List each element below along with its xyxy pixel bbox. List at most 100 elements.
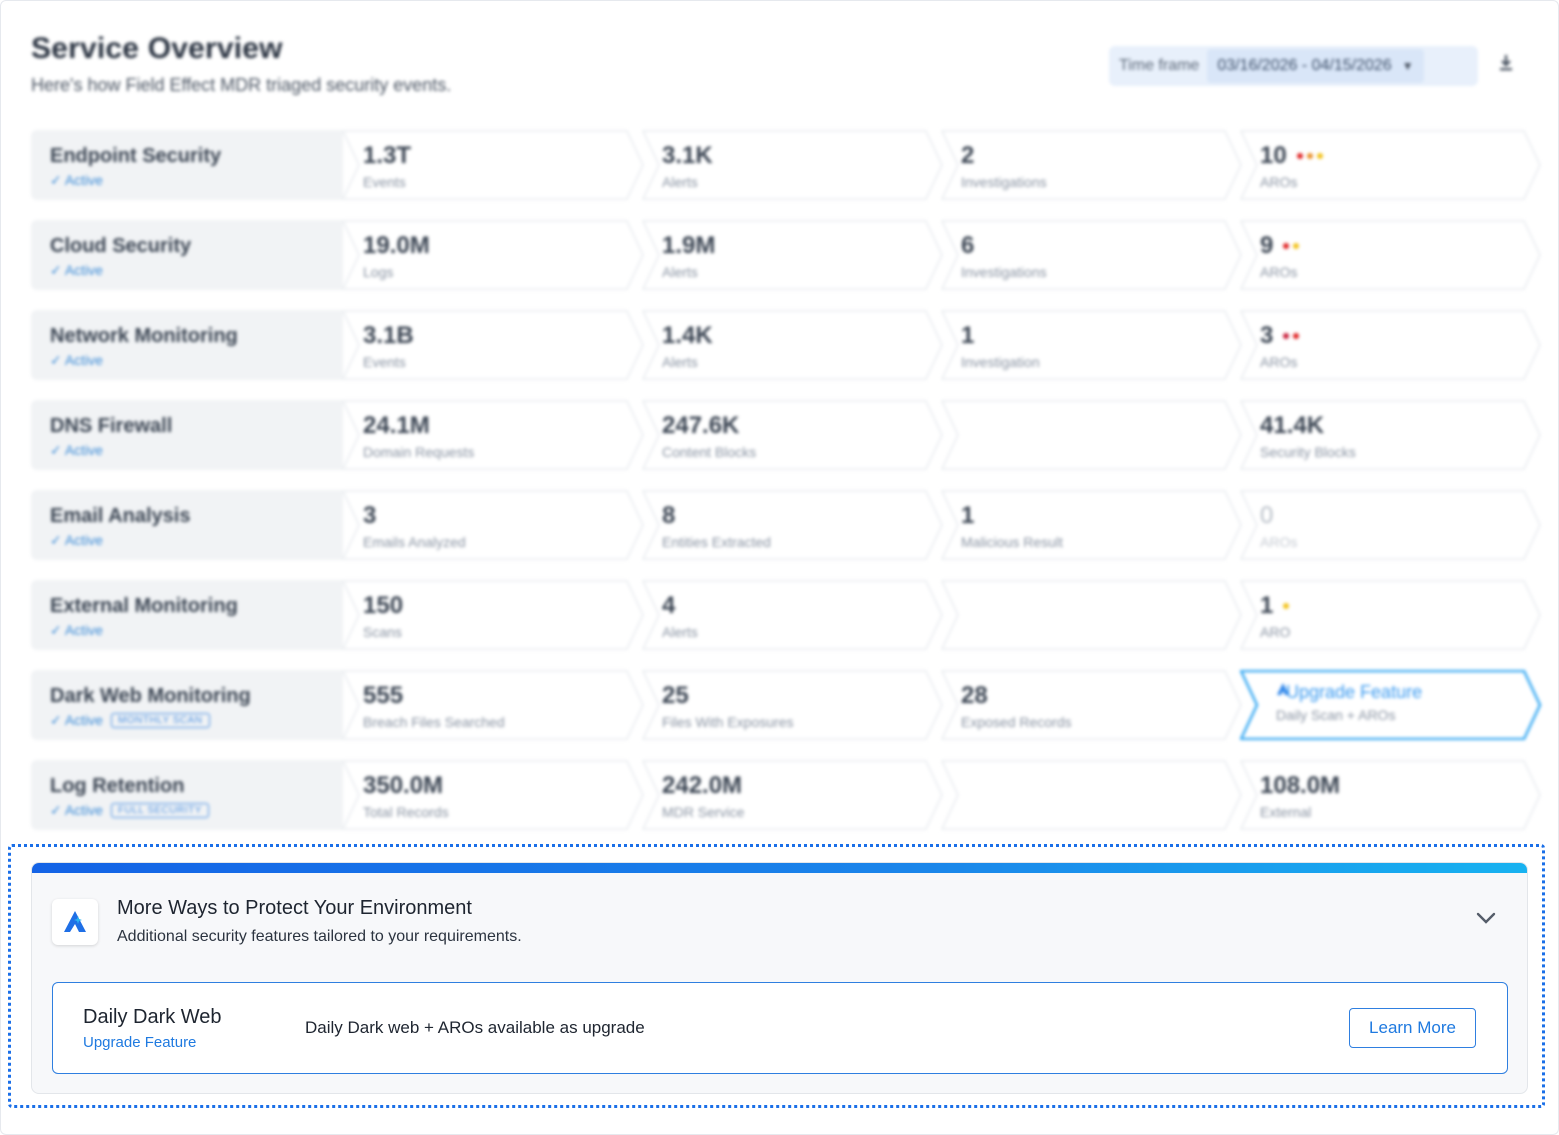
metric-value-row: 28 bbox=[961, 682, 1072, 710]
service-name: Endpoint Security bbox=[50, 145, 222, 167]
learn-more-button[interactable]: Learn More bbox=[1349, 1008, 1476, 1048]
metric-value-row: 1.3T bbox=[363, 142, 411, 170]
timeframe-range[interactable]: 03/16/2026 - 04/15/2026 ▼ bbox=[1207, 49, 1424, 83]
metric-cell: 1 ARO bbox=[1240, 580, 1550, 650]
metric-label: AROs bbox=[1260, 174, 1298, 190]
field-effect-logo-icon bbox=[52, 899, 98, 945]
metric-cell: 19.0M Logs bbox=[343, 220, 653, 290]
metric-label: MDR Service bbox=[662, 804, 745, 820]
metric-label: AROs bbox=[1260, 534, 1298, 550]
metric: 1 ARO bbox=[1260, 592, 1290, 640]
metric-cell: 3 AROs bbox=[1240, 310, 1550, 380]
metric: 10 AROs bbox=[1260, 142, 1323, 190]
metric-cell: 25 Files With Exposures bbox=[642, 670, 952, 740]
upgrade-feature-cell[interactable]: Upgrade Feature Daily Scan + AROs bbox=[1240, 670, 1550, 740]
metric-value-row: 350.0M bbox=[363, 772, 449, 800]
metric-value-row: 3.1B bbox=[363, 322, 414, 350]
service-row[interactable]: Dark Web Monitoring ✓ Active MONTHLY SCAN 5… bbox=[31, 670, 1542, 742]
service-name-cell: Log Retention ✓ Active FULL SECURITY bbox=[31, 760, 343, 830]
metric-label: Security Blocks bbox=[1260, 444, 1356, 460]
metric-cell: 3.1K Alerts bbox=[642, 130, 952, 200]
chevron-down-icon[interactable] bbox=[1475, 911, 1497, 930]
metric-label: Exposed Records bbox=[961, 714, 1072, 730]
service-status: ✓ Active bbox=[50, 532, 103, 549]
metric: 1.3T Events bbox=[363, 142, 411, 190]
metric-value-row: Upgrade Feature bbox=[1276, 682, 1422, 703]
metric-cell: 1.3T Events bbox=[343, 130, 653, 200]
severity-dots bbox=[1296, 153, 1323, 159]
severity-dot bbox=[1296, 153, 1303, 159]
metric-value-row: 9 bbox=[1260, 232, 1300, 260]
service-row[interactable]: Network Monitoring ✓ Active 3.1B Events 1.4K… bbox=[31, 310, 1541, 382]
metric-value-row: 3.1K bbox=[662, 142, 713, 170]
panel-subtitle: Additional security features tailored to… bbox=[117, 928, 522, 945]
card-description: Daily Dark web + AROs available as upgra… bbox=[305, 1018, 645, 1037]
service-status: ✓ Active MONTHLY SCAN bbox=[50, 712, 210, 729]
metric-value: 10 bbox=[1260, 142, 1287, 169]
metric-value-row: 247.6K bbox=[662, 412, 756, 440]
service-row[interactable]: DNS Firewall ✓ Active 24.1M Domain Requests… bbox=[31, 400, 1541, 472]
severity-dot bbox=[1283, 603, 1290, 609]
metric-cell: 150 Scans bbox=[343, 580, 653, 650]
service-name-cell: Dark Web Monitoring ✓ Active MONTHLY SCAN bbox=[31, 670, 343, 740]
service-status: ✓ Active bbox=[50, 172, 103, 189]
metric-value-row: 19.0M bbox=[363, 232, 430, 260]
metric-cell: 247.6K Content Blocks bbox=[642, 400, 952, 470]
metric: 41.4K Security Blocks bbox=[1260, 412, 1356, 460]
metric-label: Alerts bbox=[662, 174, 698, 190]
metric-label: Investigations bbox=[961, 174, 1047, 190]
service-name: External Monitoring bbox=[50, 595, 238, 617]
metric: 1.4K Alerts bbox=[662, 322, 713, 370]
metric: 28 Exposed Records bbox=[961, 682, 1072, 730]
severity-dot bbox=[1293, 243, 1300, 249]
metric-label: Alerts bbox=[662, 354, 698, 370]
metric-label: Malicious Result bbox=[961, 534, 1063, 550]
metric-value-row: 555 bbox=[363, 682, 505, 710]
service-name-cell: Endpoint Security ✓ Active bbox=[31, 130, 343, 200]
service-row[interactable]: Log Retention ✓ Active FULL SECURITY 350.0M… bbox=[31, 760, 1541, 832]
panel-title: More Ways to Protect Your Environment bbox=[117, 897, 472, 919]
service-status: ✓ Active FULL SECURITY bbox=[50, 802, 209, 819]
service-row[interactable]: Cloud Security ✓ Active 19.0M Logs 1.9M Alert… bbox=[31, 220, 1541, 292]
metric-value-row: 24.1M bbox=[363, 412, 474, 440]
status-active-label: ✓ Active bbox=[50, 262, 103, 278]
chevron-down-icon: ▼ bbox=[1401, 59, 1414, 73]
metric-value: 4 bbox=[662, 592, 676, 619]
severity-dots bbox=[1283, 243, 1300, 249]
severity-dot bbox=[1316, 153, 1323, 159]
metric-value: Upgrade Feature bbox=[1286, 682, 1423, 702]
metric: 4 Alerts bbox=[662, 592, 698, 640]
metric-label: Investigation bbox=[961, 354, 1040, 370]
service-row[interactable]: Endpoint Security ✓ Active 1.3T Events 3.1K A… bbox=[31, 130, 1541, 202]
metric: 3.1K Alerts bbox=[662, 142, 713, 190]
metric-label: Events bbox=[363, 354, 406, 370]
download-icon[interactable] bbox=[1499, 54, 1513, 77]
metric-value-row: 150 bbox=[363, 592, 403, 620]
timeframe-selector[interactable]: Time frame 03/16/2026 - 04/15/2026 ▼ bbox=[1109, 46, 1478, 86]
metric-value: 28 bbox=[961, 682, 988, 709]
metric-label: External bbox=[1260, 804, 1312, 820]
metric-cell bbox=[941, 400, 1251, 470]
metric: 3 AROs bbox=[1260, 322, 1300, 370]
metric-cell: 6 Investigations bbox=[941, 220, 1251, 290]
metric-value-row: 242.0M bbox=[662, 772, 744, 800]
service-name-cell: External Monitoring ✓ Active bbox=[31, 580, 343, 650]
status-active-label: ✓ Active bbox=[50, 352, 103, 368]
metric: 3 Emails Analyzed bbox=[363, 502, 466, 550]
service-row[interactable]: External Monitoring ✓ Active 150 Scans 4 Aler… bbox=[31, 580, 1541, 652]
timeframe-label: Time frame bbox=[1119, 57, 1200, 74]
daily-dark-web-card: Daily Dark Web Upgrade Feature Daily Dar… bbox=[52, 982, 1508, 1074]
service-row[interactable]: Email Analysis ✓ Active 3 Emails Analyzed 8 E… bbox=[31, 490, 1541, 562]
status-active-label: ✓ Active bbox=[50, 712, 103, 728]
metric-cell: 1.9M Alerts bbox=[642, 220, 952, 290]
metric-value: 9 bbox=[1260, 232, 1274, 259]
metric-cell bbox=[941, 580, 1251, 650]
metric-cell: 108.0M External bbox=[1240, 760, 1550, 830]
metric-value-row: 8 bbox=[662, 502, 771, 530]
service-name: Cloud Security bbox=[50, 235, 192, 257]
status-active-label: ✓ Active bbox=[50, 442, 103, 458]
metric-value-row: 2 bbox=[961, 142, 1047, 170]
metric: 0 AROs bbox=[1260, 502, 1297, 550]
metric: 555 Breach Files Searched bbox=[363, 682, 505, 730]
metric-value: 150 bbox=[363, 592, 404, 619]
